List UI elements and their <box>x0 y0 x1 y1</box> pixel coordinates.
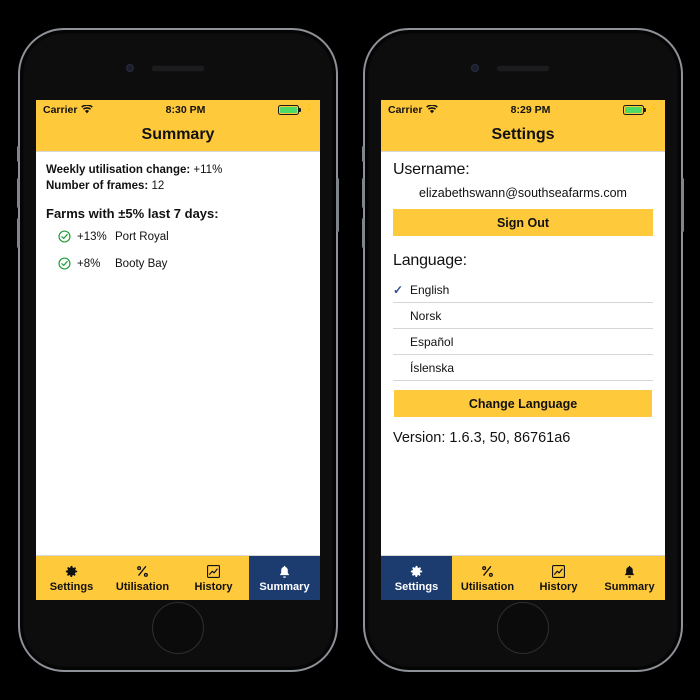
summary-content: Weekly utilisation change: +11% Number o… <box>36 152 320 555</box>
farm-name: Port Royal <box>115 230 169 243</box>
chart-line-icon <box>551 563 566 579</box>
tab-summary[interactable]: Summary <box>249 556 320 600</box>
tab-label: Utilisation <box>115 581 170 593</box>
wifi-icon <box>81 105 94 114</box>
battery-icon <box>622 104 646 115</box>
list-item[interactable]: +8% Booty Bay <box>58 257 310 270</box>
gear-icon <box>409 563 424 579</box>
tab-bar: Settings Utilisation History Summary <box>381 555 665 600</box>
tab-settings[interactable]: Settings <box>381 556 452 600</box>
status-bar-right: ⚡ <box>622 103 658 115</box>
change-language-button[interactable]: Change Language <box>394 390 652 417</box>
language-option-label: Español <box>410 334 454 349</box>
weekly-utilisation-row: Weekly utilisation change: +11% <box>46 162 310 178</box>
tab-label: Summary <box>259 581 310 593</box>
chart-line-icon <box>206 563 221 579</box>
tab-history[interactable]: History <box>178 556 249 600</box>
bell-icon <box>277 563 292 579</box>
version-label: Version: 1.6.3, 50, 86761a6 <box>393 430 571 446</box>
carrier-label: Carrier <box>43 103 78 116</box>
checkmark-icon: ✓ <box>393 282 404 297</box>
farms-list: +13% Port Royal +8% Booty Bay <box>46 230 310 270</box>
tab-label: History <box>539 581 578 593</box>
status-bar-time: 8:29 PM <box>510 103 551 116</box>
earpiece-speaker <box>152 66 204 71</box>
check-circle-icon <box>58 230 71 243</box>
tab-label: Summary <box>604 581 655 593</box>
tab-label: Settings <box>394 581 439 593</box>
tab-label: History <box>194 581 233 593</box>
front-camera-icon <box>471 64 479 72</box>
frames-row: Number of frames: 12 <box>46 178 310 194</box>
nav-bar: Settings <box>381 119 665 152</box>
language-option-islenska[interactable]: Íslenska <box>393 355 653 381</box>
language-label: Language: <box>393 252 467 269</box>
frames-value: 12 <box>151 180 165 192</box>
status-bar-time: 8:30 PM <box>165 103 206 116</box>
lightning-bolt-icon: ⚡ <box>645 103 658 115</box>
tab-label: Utilisation <box>460 581 515 593</box>
phone-device-settings: Carrier 8:29 PM ⚡ Settings Username: eli… <box>362 28 684 672</box>
phone-screen-summary: Carrier 8:30 PM ⚡ Summary Weekly utilisa… <box>36 100 320 600</box>
language-option-label: English <box>410 282 450 297</box>
farms-heading: Farms with ±5% last 7 days: <box>46 206 219 221</box>
language-option-espanol[interactable]: Español <box>393 329 653 355</box>
page-title: Settings <box>491 126 555 143</box>
language-option-label: Norsk <box>410 308 442 323</box>
lightning-bolt-icon: ⚡ <box>300 103 313 115</box>
home-button[interactable] <box>497 602 549 654</box>
front-camera-icon <box>126 64 134 72</box>
settings-content: Username: elizabethswann@southseafarms.c… <box>381 152 665 555</box>
battery-icon <box>277 104 301 115</box>
phone-screen-settings: Carrier 8:29 PM ⚡ Settings Username: eli… <box>381 100 665 600</box>
language-option-english[interactable]: ✓ English <box>393 277 653 303</box>
tab-history[interactable]: History <box>523 556 594 600</box>
home-button[interactable] <box>152 602 204 654</box>
list-item[interactable]: +13% Port Royal <box>58 230 310 243</box>
language-option-norsk[interactable]: Norsk <box>393 303 653 329</box>
language-list: ✓ English Norsk Español Íslenska <box>393 277 653 381</box>
farm-percent: +8% <box>77 257 101 270</box>
gear-icon <box>64 563 79 579</box>
weekly-utilisation-label: Weekly utilisation change: <box>46 164 191 176</box>
volume-down-button[interactable] <box>17 218 20 248</box>
page-title: Summary <box>141 126 215 143</box>
check-circle-icon <box>58 257 71 270</box>
screenshot-canvas: Carrier 8:30 PM ⚡ Summary Weekly utilisa… <box>0 0 700 700</box>
percent-icon <box>135 563 150 579</box>
language-option-label: Íslenska <box>410 360 455 375</box>
tab-bar: Settings Utilisation History Summary <box>36 555 320 600</box>
power-button[interactable] <box>681 178 684 232</box>
carrier-label: Carrier <box>388 103 423 116</box>
tab-utilisation[interactable]: Utilisation <box>107 556 178 600</box>
username-value: elizabethswann@southseafarms.com <box>419 186 627 200</box>
farm-percent: +13% <box>77 230 107 243</box>
status-bar-left: Carrier <box>43 103 94 116</box>
wifi-icon <box>426 105 439 114</box>
status-bar-left: Carrier <box>388 103 439 116</box>
tab-summary[interactable]: Summary <box>594 556 665 600</box>
bell-icon <box>622 563 637 579</box>
status-bar: Carrier 8:30 PM ⚡ <box>36 100 320 119</box>
weekly-utilisation-value: +11% <box>193 164 223 176</box>
mute-switch[interactable] <box>17 146 20 162</box>
power-button[interactable] <box>336 178 339 232</box>
frames-label: Number of frames: <box>46 180 149 192</box>
sign-out-button[interactable]: Sign Out <box>393 209 653 236</box>
nav-bar: Summary <box>36 119 320 152</box>
volume-up-button[interactable] <box>17 178 20 208</box>
tab-label: Settings <box>49 581 94 593</box>
volume-down-button[interactable] <box>362 218 365 248</box>
mute-switch[interactable] <box>362 146 365 162</box>
status-bar: Carrier 8:29 PM ⚡ <box>381 100 665 119</box>
earpiece-speaker <box>497 66 549 71</box>
phone-device-summary: Carrier 8:30 PM ⚡ Summary Weekly utilisa… <box>17 28 339 672</box>
tab-settings[interactable]: Settings <box>36 556 107 600</box>
username-label: Username: <box>393 161 470 178</box>
status-bar-right: ⚡ <box>277 103 313 115</box>
percent-icon <box>480 563 495 579</box>
farm-name: Booty Bay <box>115 257 168 270</box>
volume-up-button[interactable] <box>362 178 365 208</box>
tab-utilisation[interactable]: Utilisation <box>452 556 523 600</box>
